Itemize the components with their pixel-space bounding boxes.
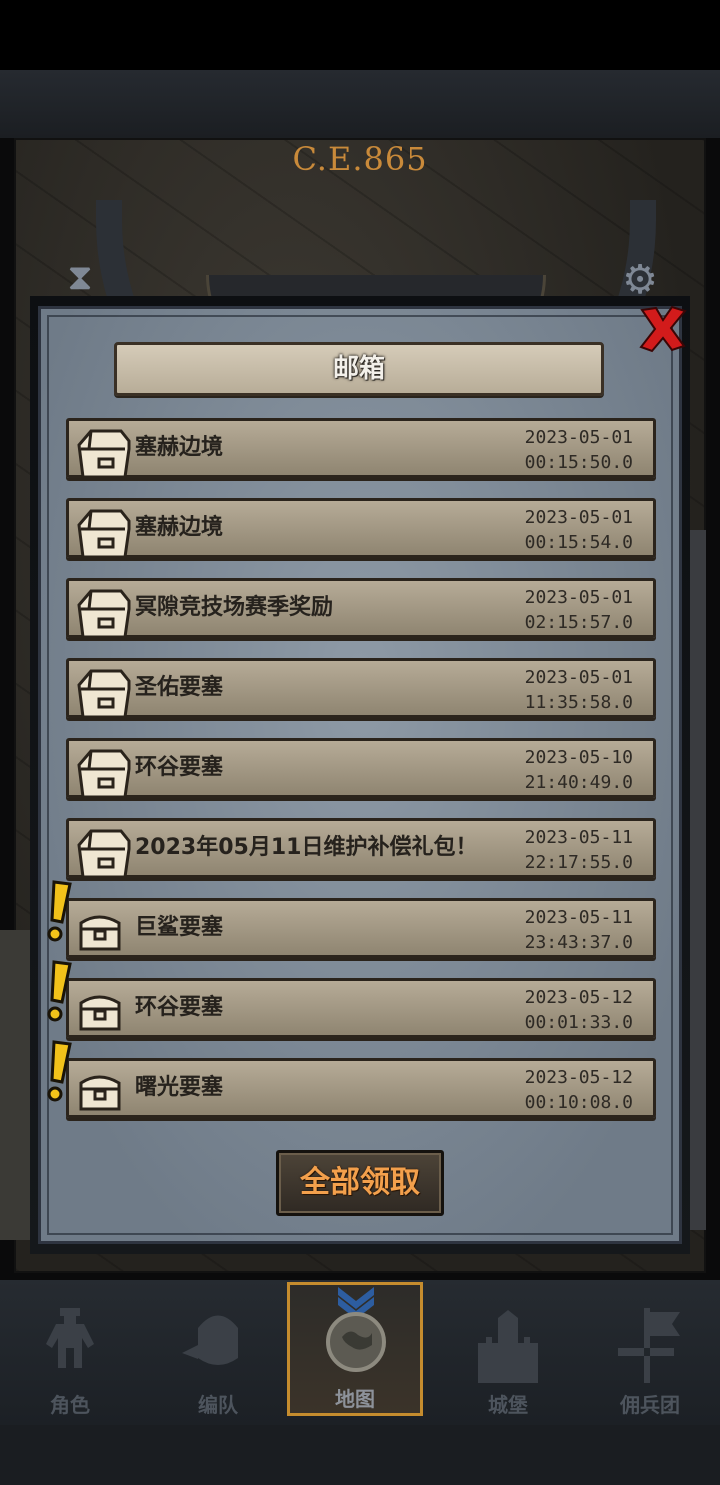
- mail-timestamp: 2023-05-11 22:17:55.0: [525, 825, 633, 875]
- mail-timestamp: 2023-05-12 00:01:33.0: [525, 985, 633, 1035]
- mail-item[interactable]: 圣佑要塞 2023-05-01 11:35:58.0: [66, 658, 656, 719]
- mail-item[interactable]: 巨鲨要塞 2023-05-11 23:43:37.0: [66, 898, 656, 958]
- claim-all-button[interactable]: 全部领取: [276, 1150, 444, 1216]
- mail-item[interactable]: 环谷要塞 2023-05-10 21:40:49.0: [66, 738, 656, 799]
- mail-date: 2023-05-01: [524, 667, 633, 688]
- mail-time: 00:10:08.0: [524, 1092, 633, 1113]
- mail-time: 23:43:37.0: [524, 932, 633, 953]
- mail-timestamp: 2023-05-01 00:15:54.0: [525, 505, 633, 555]
- chest-icon: [77, 749, 131, 799]
- mail-time: 00:15:50.0: [524, 452, 633, 473]
- mail-date: 2023-05-01: [524, 427, 633, 448]
- mercenary-banner-icon: [618, 1308, 680, 1383]
- unread-alert-icon: [44, 880, 74, 944]
- mail-timestamp: 2023-05-10 21:40:49.0: [525, 745, 633, 795]
- mail-item[interactable]: 环谷要塞 2023-05-12 00:01:33.0: [66, 978, 656, 1038]
- mail-item[interactable]: 塞赫边境 2023-05-01 00:15:54.0: [66, 498, 656, 559]
- mail-date: 2023-05-12: [524, 1067, 633, 1088]
- chest-icon: [77, 589, 131, 639]
- mail-date: 2023-05-01: [524, 587, 633, 608]
- helmet-icon: [182, 1315, 238, 1365]
- chest-icon: [79, 915, 121, 951]
- mail-date: 2023-05-01: [524, 507, 633, 528]
- mail-time: 11:35:58.0: [524, 692, 633, 713]
- claim-all-label: 全部领取: [300, 1165, 420, 1200]
- mail-title: 塞赫边境: [135, 435, 224, 460]
- tab-character[interactable]: 角色: [2, 1292, 138, 1422]
- mail-title: 环谷要塞: [135, 995, 224, 1020]
- mail-time: 02:15:57.0: [524, 612, 633, 633]
- mail-date: 2023-05-12: [524, 987, 633, 1008]
- mailbox-title: 邮箱: [332, 354, 385, 384]
- close-button[interactable]: [636, 302, 690, 356]
- mail-date: 2023-05-10: [524, 747, 633, 768]
- mail-item[interactable]: 冥隙竞技场赛季奖励 2023-05-01 02:15:57.0: [66, 578, 656, 639]
- mailbox-title-plate: 邮箱: [114, 342, 604, 396]
- castle-icon: [478, 1310, 538, 1383]
- era-label: C.E.865: [292, 140, 428, 178]
- mail-title: 塞赫边境: [135, 515, 224, 540]
- chest-icon: [79, 1075, 121, 1111]
- unread-alert-icon: [44, 960, 74, 1024]
- mail-date: 2023-05-11: [524, 827, 633, 848]
- tab-label: 佣兵团: [620, 1393, 680, 1417]
- unread-alert-icon: [44, 1040, 74, 1104]
- chest-icon: [77, 669, 131, 719]
- tab-formation[interactable]: 编队: [150, 1292, 286, 1422]
- bottom-nav: 角色 编队 地图 城堡 佣兵团: [0, 1280, 720, 1425]
- mail-title: 巨鲨要塞: [135, 915, 224, 940]
- chest-icon: [77, 829, 131, 879]
- mail-timestamp: 2023-05-11 23:43:37.0: [525, 905, 633, 955]
- tab-label: 角色: [50, 1393, 90, 1417]
- mail-item[interactable]: 曙光要塞 2023-05-12 00:10:08.0: [66, 1058, 656, 1118]
- tab-castle[interactable]: 城堡: [440, 1292, 576, 1422]
- mail-timestamp: 2023-05-01 00:15:50.0: [525, 425, 633, 475]
- mail-time: 22:17:55.0: [524, 852, 633, 873]
- tab-label: 城堡: [488, 1393, 528, 1417]
- mail-date: 2023-05-11: [524, 907, 633, 928]
- mail-title: 圣佑要塞: [135, 675, 224, 700]
- bottom-bar: [0, 1425, 720, 1485]
- knight-icon: [46, 1308, 94, 1368]
- tab-label: 编队: [198, 1393, 238, 1417]
- mail-title: 环谷要塞: [135, 755, 224, 780]
- mail-timestamp: 2023-05-01 02:15:57.0: [525, 585, 633, 635]
- top-status-area: [0, 0, 720, 70]
- mail-title: 曙光要塞: [135, 1075, 224, 1100]
- chest-icon: [77, 509, 131, 559]
- mail-item[interactable]: 塞赫边境 2023-05-01 00:15:50.0: [66, 418, 656, 479]
- top-bar: [0, 70, 720, 138]
- mail-time: 21:40:49.0: [524, 772, 633, 793]
- mail-title: 2023年05月11日维护补偿礼包！: [135, 835, 478, 860]
- mail-title: 冥隙竞技场赛季奖励: [135, 595, 334, 620]
- mail-item[interactable]: 2023年05月11日维护补偿礼包！ 2023-05-11 22:17:55.0: [66, 818, 656, 879]
- mail-timestamp: 2023-05-01 11:35:58.0: [525, 665, 633, 715]
- tab-map[interactable]: 地图: [287, 1282, 423, 1416]
- tab-label: 地图: [335, 1387, 375, 1411]
- chest-icon: [77, 429, 131, 479]
- close-icon: [639, 305, 687, 353]
- mail-timestamp: 2023-05-12 00:10:08.0: [525, 1065, 633, 1115]
- chest-icon: [79, 995, 121, 1031]
- tab-mercenary[interactable]: 佣兵团: [582, 1292, 718, 1422]
- mail-time: 00:15:54.0: [524, 532, 633, 553]
- hourglass-icon[interactable]: ⧗: [62, 258, 98, 298]
- map-side-panel-left: [0, 930, 32, 1240]
- map-globe-icon: [326, 1287, 386, 1372]
- mail-time: 00:01:33.0: [524, 1012, 633, 1033]
